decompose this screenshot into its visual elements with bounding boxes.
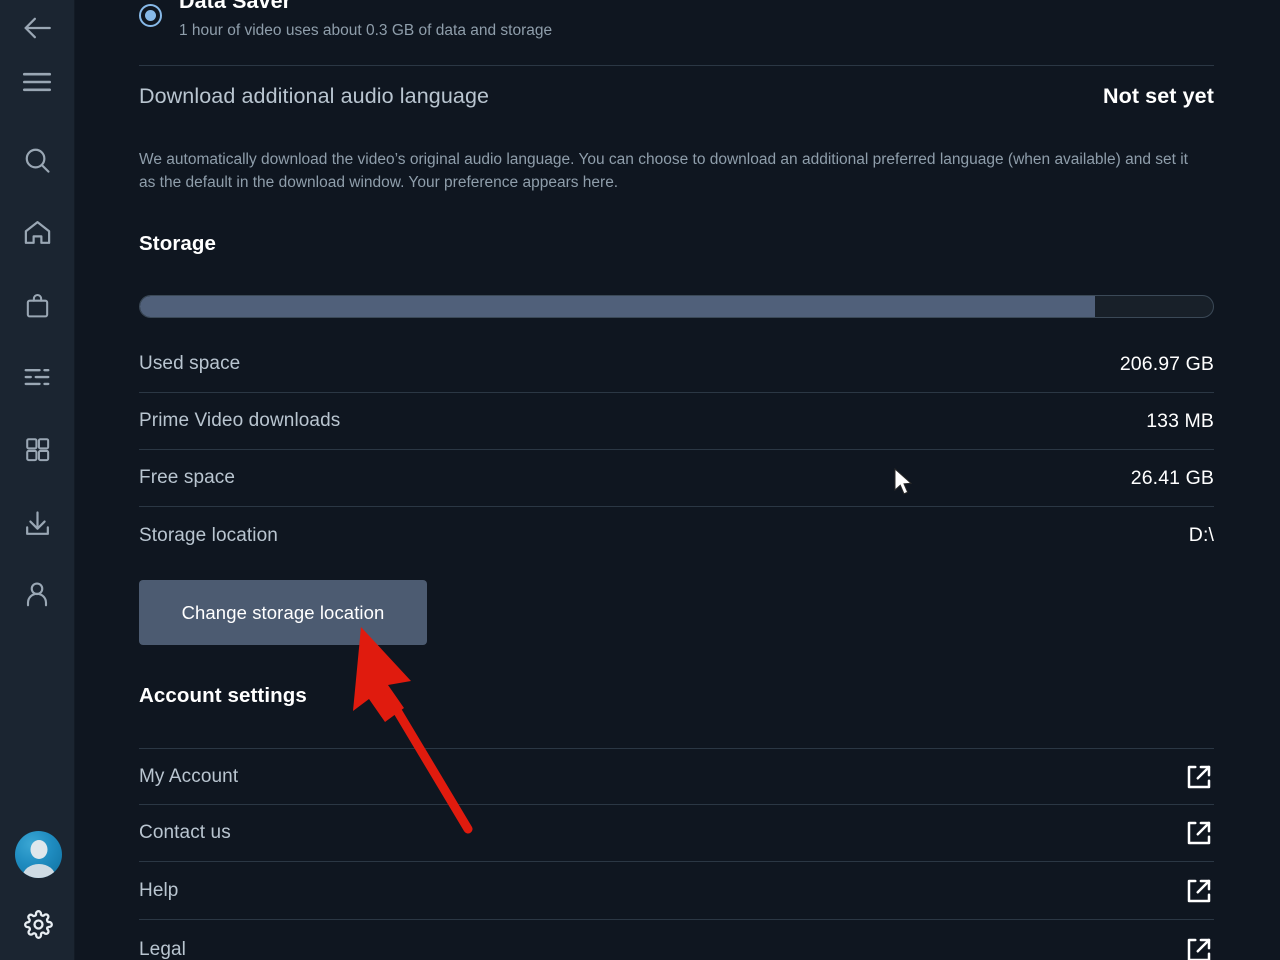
sidebar-item-search[interactable] <box>11 134 63 186</box>
external-link-icon <box>1184 762 1214 792</box>
table-row: Prime Video downloads 133 MB <box>139 393 1214 450</box>
grid-icon <box>23 435 52 464</box>
option-data-saver[interactable]: Data Saver 1 hour of video uses about 0.… <box>139 0 1214 42</box>
storage-row-label: Free space <box>139 467 236 488</box>
filter-list-icon <box>22 362 52 392</box>
storage-row-label: Storage location <box>139 524 278 546</box>
person-icon <box>22 579 52 609</box>
app-root: Data Saver 1 hour of video uses about 0.… <box>0 0 1280 960</box>
list-item-contact-us[interactable]: Contact us <box>139 805 1214 862</box>
user-avatar-icon <box>15 831 62 878</box>
radio-dot <box>145 10 156 21</box>
list-item-legal[interactable]: Legal <box>139 921 1214 960</box>
sidebar-item-library[interactable] <box>11 423 63 475</box>
account-link-label: My Account <box>139 765 239 787</box>
external-link-icon <box>1184 935 1214 960</box>
storage-row-value: D:\ <box>1188 524 1214 546</box>
table-row: Used space 206.97 GB <box>139 336 1214 393</box>
hamburger-menu-icon <box>20 65 54 99</box>
table-row: Storage location D:\ <box>139 507 1214 564</box>
storage-row-label: Prime Video downloads <box>139 410 341 431</box>
change-storage-location-button[interactable]: Change storage location <box>139 580 427 645</box>
radio-selected-icon[interactable] <box>139 4 162 27</box>
storage-row-value: 206.97 GB <box>1119 352 1214 375</box>
sidebar-item-categories[interactable] <box>11 351 63 403</box>
storage-heading: Storage <box>139 232 217 255</box>
audio-language-value: Not set yet <box>1102 83 1214 108</box>
row-audio-language[interactable]: Download additional audio language Not s… <box>139 79 1214 113</box>
gear-icon <box>24 910 53 943</box>
avatar-body <box>22 864 55 878</box>
back-arrow-icon <box>20 11 54 45</box>
divider-above-audio-language <box>139 65 1214 66</box>
account-settings-heading: Account settings <box>139 684 307 707</box>
sidebar-item-store[interactable] <box>11 279 63 331</box>
option-subtitle: 1 hour of video uses about 0.3 GB of dat… <box>179 22 553 39</box>
sidebar-item-downloads[interactable] <box>11 497 63 549</box>
audio-language-description: We automatically download the video’s or… <box>139 151 1188 191</box>
audio-language-label: Download additional audio language <box>139 83 490 108</box>
sidebar-item-back[interactable] <box>11 2 63 54</box>
sidebar-item-profile[interactable] <box>11 568 63 620</box>
avatar-head <box>30 840 47 859</box>
storage-row-value: 133 MB <box>1146 409 1214 432</box>
list-item-my-account[interactable]: My Account <box>139 748 1214 805</box>
settings-content: Data Saver 1 hour of video uses about 0.… <box>75 0 1280 960</box>
sidebar-avatar[interactable] <box>15 831 62 878</box>
search-icon <box>22 145 53 176</box>
sidebar-item-settings[interactable] <box>24 910 53 939</box>
sidebar-item-home[interactable] <box>11 206 63 258</box>
download-icon <box>22 508 53 539</box>
list-item-help[interactable]: Help <box>139 863 1214 920</box>
account-link-label: Help <box>139 880 179 901</box>
storage-progress-bar <box>139 295 1214 318</box>
sidebar <box>0 0 75 960</box>
shopping-bag-icon <box>23 291 52 320</box>
storage-progress-fill <box>140 296 1095 317</box>
account-link-label: Contact us <box>139 822 231 843</box>
table-row: Free space 26.41 GB <box>139 450 1214 507</box>
option-text-block: Data Saver 1 hour of video uses about 0.… <box>179 0 552 42</box>
option-title: Data Saver <box>179 0 292 13</box>
storage-row-label: Used space <box>139 353 241 374</box>
external-link-icon <box>1184 818 1214 848</box>
external-link-icon <box>1184 876 1214 906</box>
sidebar-item-menu[interactable] <box>11 56 63 108</box>
account-link-label: Legal <box>139 938 186 960</box>
storage-row-value: 26.41 GB <box>1130 466 1214 489</box>
home-icon <box>22 217 53 248</box>
